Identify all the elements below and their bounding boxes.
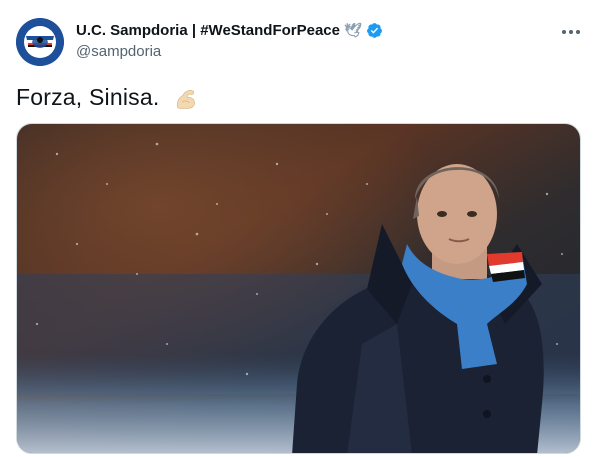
tweet-text-block: Forza, Sinisa. [16,84,198,112]
tweet-photo[interactable] [16,123,581,454]
more-options-icon[interactable] [559,20,583,44]
display-name[interactable]: U.C. Sampdoria | #WeStandForPeace [76,22,340,39]
flexed-biceps-icon [176,89,195,109]
account-handle[interactable]: @sampdoria [76,43,161,60]
display-name-row[interactable]: U.C. Sampdoria | #WeStandForPeace 🕊 [76,22,383,39]
more-dot [576,30,580,34]
photo-image [17,124,580,453]
tweet-card: U.C. Sampdoria | #WeStandForPeace 🕊 @sam… [0,0,601,457]
more-dot [562,30,566,34]
more-dot [569,30,573,34]
sampdoria-crest-icon [16,18,64,66]
tweet-text: Forza, Sinisa. [16,84,160,110]
dove-icon: 🕊 [344,22,362,38]
verified-badge-icon [366,23,382,38]
avatar[interactable] [16,18,64,66]
